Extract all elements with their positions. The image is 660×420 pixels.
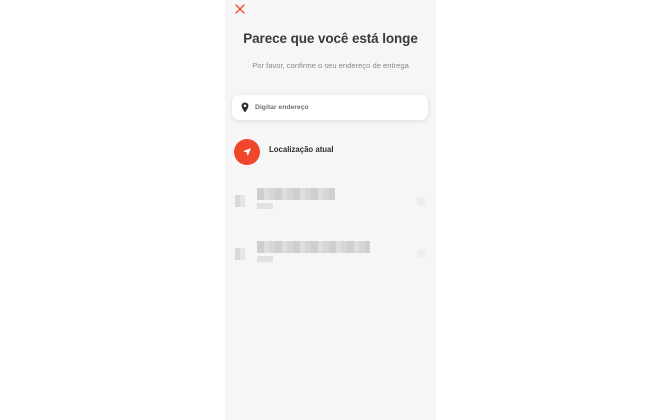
saved-address-detail-redacted: [257, 203, 273, 209]
saved-address-item[interactable]: [235, 188, 425, 216]
address-input[interactable]: [255, 104, 415, 111]
current-location-button[interactable]: [234, 139, 260, 165]
saved-address-item[interactable]: [235, 241, 425, 269]
address-search-bar[interactable]: [232, 95, 428, 120]
saved-address-name-redacted: [257, 188, 335, 200]
saved-address-options-icon[interactable]: [417, 250, 425, 258]
page-title: Parece que você está longe: [243, 31, 418, 46]
saved-address-thumbnail: [235, 195, 245, 207]
page-subtitle: Por favor, confirme o seu endereço de en…: [252, 61, 409, 70]
page: Parece que você está longe Por favor, co…: [0, 0, 660, 420]
current-location-label: Localização atual: [269, 144, 334, 154]
current-location-option[interactable]: Localização atual: [234, 138, 424, 166]
navigation-arrow-icon: [243, 148, 251, 156]
map-pin-icon: [239, 102, 251, 114]
location-modal: Parece que você está longe Por favor, co…: [225, 0, 436, 420]
close-icon: [235, 4, 245, 14]
saved-address-thumbnail: [235, 248, 245, 260]
close-button[interactable]: [233, 2, 247, 16]
saved-address-name-redacted: [257, 241, 370, 253]
saved-address-options-icon[interactable]: [417, 197, 425, 205]
saved-address-detail-redacted: [257, 256, 273, 262]
